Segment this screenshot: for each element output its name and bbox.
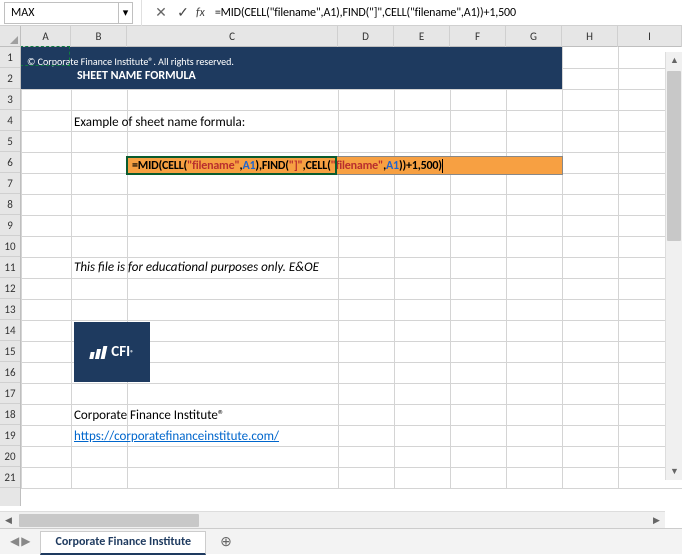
row-header[interactable]: 12	[0, 278, 20, 299]
row-header[interactable]: 16	[0, 362, 20, 383]
cells-area[interactable]: © Corporate Finance Institute®. All righ…	[21, 47, 682, 488]
tok-p: ))	[399, 159, 406, 173]
divider	[141, 0, 142, 26]
cfi-logo: CFI®	[74, 322, 150, 382]
up-icon: ▲	[670, 55, 679, 66]
x-icon: ✕	[155, 4, 167, 21]
column-header[interactable]: A	[21, 26, 71, 47]
formula-cell-editing[interactable]: =MID(CELL("filename",A1),FIND("]",CELL("…	[127, 156, 563, 175]
logo-text: CFI	[111, 343, 130, 361]
tok-str: "]"	[289, 159, 303, 173]
example-label: Example of sheet name formula:	[74, 115, 245, 130]
spreadsheet-grid: 123456789101112131415161718192021 ABCDEF…	[0, 26, 682, 506]
sheet-tab-active[interactable]: Corporate Finance Institute	[40, 531, 206, 555]
row-header[interactable]: 4	[0, 110, 20, 131]
row-header[interactable]: 14	[0, 320, 20, 341]
formula-bar-text: =MID(CELL("filename",A1),FIND("]",CELL("…	[215, 6, 516, 20]
column-header[interactable]: F	[450, 26, 506, 47]
row-header[interactable]: 3	[0, 89, 20, 110]
tab-nav: ◀ ▶	[10, 534, 30, 549]
title-band: © Corporate Finance Institute®. All righ…	[21, 47, 562, 89]
column-header[interactable]: I	[618, 26, 682, 47]
add-sheet-button[interactable]: ⊕	[214, 530, 238, 554]
text-cursor	[442, 159, 443, 173]
column-headers: ABCDEFGHI	[21, 26, 682, 47]
row-header[interactable]: 7	[0, 173, 20, 194]
tab-prev-button[interactable]: ◀	[10, 534, 19, 549]
column-header[interactable]: E	[394, 26, 450, 47]
cancel-formula-button[interactable]: ✕	[150, 2, 172, 24]
row-header[interactable]: 18	[0, 404, 20, 425]
bars-icon	[90, 346, 106, 359]
sheet-title: SHEET NAME FORMULA	[27, 69, 562, 83]
sheet-tab-strip: ◀ ▶ Corporate Finance Institute ⊕	[0, 528, 682, 554]
row-header[interactable]: 17	[0, 383, 20, 404]
name-box-value: MAX	[11, 6, 34, 20]
row-header[interactable]: 11	[0, 257, 20, 278]
tok-find: FIND	[262, 159, 285, 173]
vertical-scrollbar[interactable]: ▲ ▼	[665, 52, 682, 480]
tok-str: "filename"	[187, 159, 239, 173]
row-header[interactable]: 20	[0, 446, 20, 467]
row-headers: 123456789101112131415161718192021	[0, 26, 21, 506]
right-icon: ▶	[653, 515, 660, 526]
tm-mark: ®	[130, 348, 134, 357]
row-header[interactable]: 10	[0, 236, 20, 257]
check-icon: ✓	[177, 4, 189, 21]
company-name: Corporate Finance Institute®	[74, 408, 225, 423]
row-header[interactable]: 8	[0, 194, 20, 215]
formula-bar-row: MAX ▾ ✕ ✓ fx =MID(CELL("filename",A1),FI…	[0, 0, 682, 26]
column-header[interactable]: C	[127, 26, 338, 47]
tok-num: 500	[421, 159, 439, 173]
scroll-right-button[interactable]: ▶	[648, 512, 665, 529]
scroll-down-button[interactable]: ▼	[666, 463, 682, 480]
tok-ref: A1	[242, 159, 255, 173]
row-header[interactable]: 1	[0, 47, 20, 68]
sheet-tab-label: Corporate Finance Institute	[55, 535, 191, 549]
column-header[interactable]: B	[71, 26, 127, 47]
tab-next-button[interactable]: ▶	[21, 534, 30, 549]
scroll-track-v[interactable]	[667, 69, 681, 463]
down-icon: ▼	[670, 466, 679, 477]
name-box-dropdown[interactable]: ▾	[119, 2, 133, 24]
horizontal-scrollbar[interactable]: ◀ ▶	[0, 511, 665, 528]
company-link[interactable]: https://corporatefinanceinstitute.com/	[74, 429, 279, 444]
scroll-left-button[interactable]: ◀	[0, 512, 17, 529]
row-header[interactable]: 21	[0, 467, 20, 488]
fx-icon: fx	[196, 6, 205, 20]
tok-mid: MID	[138, 159, 159, 173]
formula-bar-input[interactable]: =MID(CELL("filename",A1),FIND("]",CELL("…	[211, 2, 682, 24]
tok-num: +1	[406, 159, 418, 173]
row-header[interactable]: 9	[0, 215, 20, 236]
chevron-down-icon: ▾	[123, 6, 129, 19]
column-header[interactable]: D	[338, 26, 394, 47]
scroll-track-h[interactable]	[17, 513, 648, 528]
row-header[interactable]: 6	[0, 152, 20, 173]
column-header[interactable]: H	[562, 26, 618, 47]
row-header[interactable]: 5	[0, 131, 20, 152]
scroll-up-button[interactable]: ▲	[666, 52, 682, 69]
scroll-thumb-h[interactable]	[19, 514, 199, 527]
plus-icon: ⊕	[220, 533, 232, 550]
select-all-corner[interactable]	[0, 26, 20, 47]
name-box[interactable]: MAX	[4, 2, 119, 24]
educational-note: This file is for educational purposes on…	[74, 260, 319, 275]
tok-cell: CELL	[162, 159, 184, 173]
row-header[interactable]: 13	[0, 299, 20, 320]
scroll-thumb-v[interactable]	[667, 71, 681, 241]
row-header[interactable]: 15	[0, 341, 20, 362]
tok-str: "filename"	[331, 159, 383, 173]
copyright-text: © Corporate Finance Institute®. All righ…	[27, 54, 562, 69]
fx-button[interactable]: fx	[196, 6, 205, 20]
tok-cell: CELL	[306, 159, 328, 173]
confirm-formula-button[interactable]: ✓	[172, 2, 194, 24]
column-header[interactable]: G	[506, 26, 562, 47]
tok-ref: A1	[386, 159, 399, 173]
marquee-border	[21, 46, 70, 66]
left-icon: ◀	[5, 515, 12, 526]
row-header[interactable]: 2	[0, 68, 20, 89]
row-header[interactable]: 19	[0, 425, 20, 446]
